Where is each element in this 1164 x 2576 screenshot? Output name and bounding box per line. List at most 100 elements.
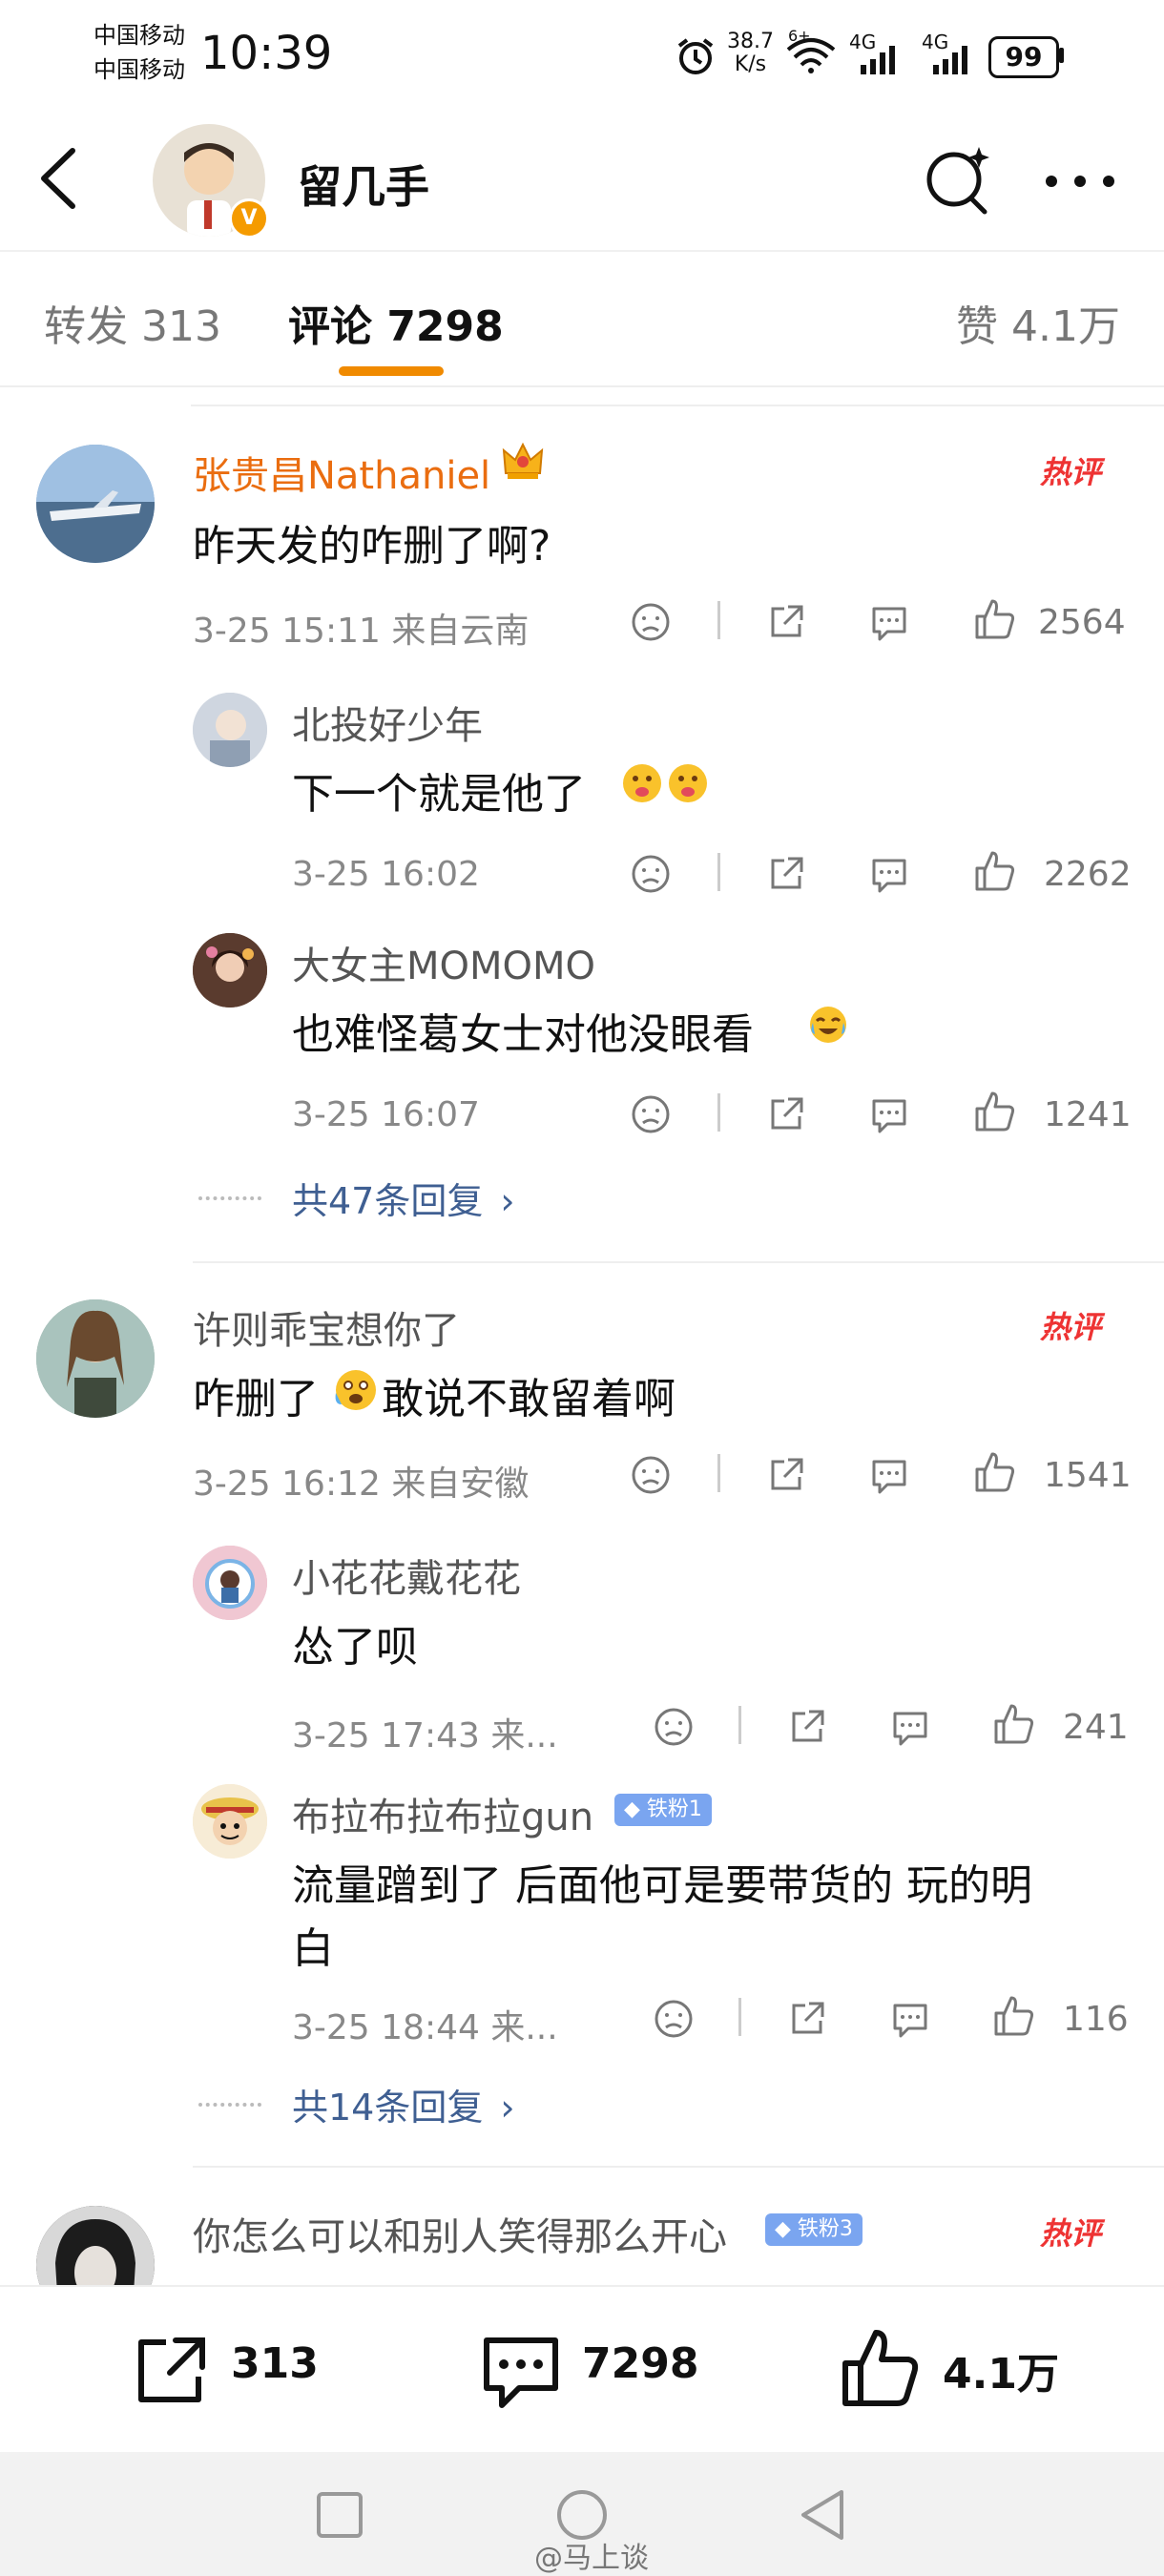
repost-count[interactable]: 313 (231, 2339, 319, 2388)
comment-time: 3-25 16:12 来自安徽 (193, 1465, 530, 1504)
tab-like[interactable]: 赞 4.1万 (956, 292, 1120, 353)
dotted-divider (198, 1196, 261, 1200)
verified-badge: V (229, 198, 269, 239)
comment-avatar[interactable] (36, 445, 155, 563)
chevron-right-icon: › (500, 2087, 515, 2129)
clock: 10:39 (200, 27, 333, 80)
reply-text-line-2: 白 (292, 1924, 334, 1973)
share-icon[interactable] (786, 1998, 828, 2044)
crown-icon (500, 439, 546, 488)
share-icon[interactable] (786, 1706, 828, 1752)
search-icon[interactable] (922, 143, 994, 219)
reply-text: 下一个就是他了 (292, 770, 586, 819)
signal-icon-2 (931, 42, 977, 80)
comment-text: 昨天发的咋删了啊? (193, 522, 551, 571)
reply-time: 3-25 16:07 (292, 1095, 480, 1134)
reply-time: 3-25 18:44 来... (292, 2008, 558, 2047)
like-icon[interactable] (973, 1450, 1017, 1498)
divider (717, 1454, 720, 1492)
reply-avatar[interactable] (193, 1784, 267, 1859)
share-icon[interactable] (765, 853, 807, 899)
battery-tip (1059, 48, 1064, 63)
divider (717, 601, 720, 639)
reply-icon[interactable] (889, 1706, 931, 1752)
reply-icon[interactable] (868, 853, 910, 899)
tab-comment[interactable]: 评论 7298 (288, 292, 504, 353)
reply-avatar[interactable] (193, 1546, 267, 1620)
like-count: 1241 (1044, 1095, 1132, 1134)
comment-count[interactable]: 7298 (582, 2339, 698, 2388)
divider (738, 1706, 741, 1744)
system-nav-bar: @马上谈 (0, 2452, 1164, 2576)
like-count: 241 (1063, 1708, 1129, 1747)
comment-username[interactable]: 许则乖宝想你了 (193, 1299, 460, 1355)
like-icon[interactable] (992, 1994, 1036, 2042)
laugh-cry-emoji-icon (807, 1004, 849, 1049)
comment-icon[interactable] (481, 2333, 561, 2417)
dislike-icon[interactable] (653, 1998, 695, 2044)
carrier-2: 中国移动 (94, 56, 185, 83)
like-count: 2262 (1044, 855, 1132, 894)
like-icon[interactable] (973, 597, 1017, 645)
comment-avatar[interactable] (36, 1299, 155, 1418)
like-count: 1541 (1044, 1456, 1132, 1495)
share-icon[interactable] (765, 1454, 807, 1500)
watermark: @马上谈 (534, 2542, 649, 2575)
view-more-replies-link[interactable]: 共47条回复 › (292, 1172, 515, 1224)
recent-apps-button[interactable] (315, 2490, 364, 2544)
like-icon[interactable] (992, 1702, 1036, 1750)
diamond-icon: ◆ (624, 1797, 647, 1821)
dislike-icon[interactable] (630, 1454, 672, 1500)
signal-icon-1 (859, 42, 904, 80)
chevron-right-icon: › (500, 1180, 515, 1222)
reply-avatar[interactable] (193, 693, 267, 767)
like-count[interactable]: 4.1万 (943, 2339, 1059, 2400)
reply-icon[interactable] (889, 1998, 931, 2044)
comment-text-part-1: 咋删了 (193, 1375, 319, 1423)
back-button[interactable] (34, 145, 82, 216)
active-tab-indicator (339, 366, 444, 376)
reply-username[interactable]: 大女主MOMOMO (292, 935, 595, 990)
back-nav-button[interactable] (798, 2488, 847, 2545)
reply-avatar[interactable] (193, 933, 267, 1008)
reply-icon[interactable] (868, 1454, 910, 1500)
dislike-icon[interactable] (653, 1706, 695, 1752)
reply-icon[interactable] (868, 1093, 910, 1139)
reply-text: 也难怪葛女士对他没眼看 (292, 1010, 754, 1059)
tongue-emoji-icon (620, 761, 664, 809)
reply-username[interactable]: 小花花戴花花 (292, 1548, 521, 1603)
dislike-icon[interactable] (630, 853, 672, 899)
hot-comment-tag: 热评 (1040, 454, 1102, 490)
reply-icon[interactable] (868, 601, 910, 647)
like-icon[interactable] (840, 2327, 922, 2413)
view-more-replies-link[interactable]: 共14条回复 › (292, 2078, 515, 2130)
reply-time: 3-25 17:43 来... (292, 1716, 558, 1755)
tab-repost[interactable]: 转发 313 (44, 292, 221, 353)
like-icon[interactable] (973, 849, 1017, 897)
dislike-icon[interactable] (630, 601, 672, 647)
share-icon[interactable] (765, 601, 807, 647)
comment-time: 3-25 15:11 来自云南 (193, 612, 530, 651)
bottom-action-bar: 313 7298 4.1万 (0, 2285, 1164, 2454)
hot-comment-tag: 热评 (1040, 2215, 1102, 2252)
share-icon[interactable] (765, 1093, 807, 1139)
dislike-icon[interactable] (630, 1093, 672, 1139)
divider (193, 1261, 1164, 1263)
comment-username[interactable]: 张贵昌Nathaniel (193, 445, 490, 500)
reply-username[interactable]: 北投好少年 (292, 695, 483, 750)
author-name[interactable]: 留几手 (298, 153, 429, 216)
post-header: V 留几手 (0, 114, 1164, 248)
reply-text: 怂了呗 (292, 1623, 418, 1672)
more-options-icon[interactable] (1044, 174, 1116, 193)
divider (717, 853, 720, 891)
status-bar: 中国移动 中国移动 10:39 38.7 K/s 6+ 4G 4G 99 (0, 0, 1164, 114)
diamond-icon: ◆ (775, 2217, 798, 2241)
scared-emoji-icon (332, 1366, 380, 1418)
comment-username[interactable]: 你怎么可以和别人笑得那么开心 (193, 2206, 727, 2261)
post-tabs: 转发 313 评论 7298 赞 4.1万 (0, 250, 1164, 387)
like-icon[interactable] (973, 1090, 1017, 1137)
repost-icon[interactable] (134, 2335, 210, 2411)
reply-username[interactable]: 布拉布拉布拉gun (292, 1786, 593, 1841)
like-count: 2564 (1038, 603, 1126, 642)
tongue-emoji-icon (666, 761, 710, 809)
